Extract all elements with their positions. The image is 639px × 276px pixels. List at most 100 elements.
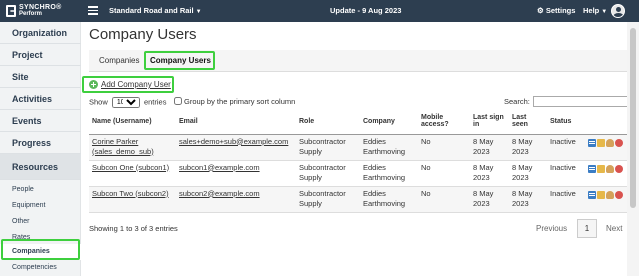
user-role-icon[interactable] [606,190,614,199]
row-actions [585,134,631,161]
users-table: Name (Username) Email Role Company Mobil… [89,109,631,213]
sidebar-item-progress[interactable]: Progress [0,132,81,154]
chevron-down-icon: ▼ [601,9,608,15]
sidebar-item-events[interactable]: Events [0,110,81,132]
row-actions [585,186,631,213]
user-company: Eddies Earthmoving [360,134,418,161]
sidebar-subitem-companies[interactable]: Companies [0,244,81,260]
user-last-seen: 8 May 2023 [509,160,547,187]
user-role: Subcontractor Supply [296,134,360,161]
user-name-link[interactable]: Corine Parker (sales_demo_sub) [92,137,154,156]
user-mobile: No [418,134,470,161]
user-role: Subcontractor Supply [296,160,360,187]
view-card-icon[interactable] [588,164,596,173]
col-header-last-seen[interactable]: Last seen [509,109,547,135]
sidebar-subitem-other[interactable]: Other [0,214,81,230]
synchro-logo[interactable]: SYNCHRO® Perform [6,3,76,19]
edit-icon[interactable] [597,164,605,173]
group-by-control[interactable]: Group by the primary sort column [174,97,295,106]
edit-icon[interactable] [597,138,605,147]
col-header-last-sign-in[interactable]: Last sign in [470,109,509,135]
table-row: Corine Parker (sales_demo_sub) sales+dem… [89,134,631,161]
row-actions [585,160,631,187]
add-company-user-link[interactable]: Add Company User [101,80,171,89]
user-last-seen: 8 May 2023 [509,134,547,161]
sidebar-item-organization[interactable]: Organization [0,22,81,44]
user-name-link[interactable]: Subcon One (subcon1) [92,163,169,172]
sidebar: Organization Project Site Activities Eve… [0,22,81,276]
user-status: Inactive [547,160,585,187]
user-name-link[interactable]: Subcon Two (subcon2) [92,189,169,198]
col-header-email[interactable]: Email [176,109,296,135]
table-info: Showing 1 to 3 of 3 entries [89,224,178,233]
user-mobile: No [418,186,470,213]
edit-icon[interactable] [597,190,605,199]
user-role-icon[interactable] [606,164,614,173]
user-role-icon[interactable] [606,138,614,147]
update-notice[interactable]: Update - 9 Aug 2023 [330,6,401,15]
user-avatar[interactable] [611,4,625,18]
page-size-select[interactable]: 100 [111,97,140,108]
entries-label: entries [143,97,167,107]
sidebar-item-activities[interactable]: Activities [0,88,81,110]
sidebar-item-resources[interactable]: Resources [0,154,81,180]
settings-button[interactable]: ⚙ Settings [537,6,575,15]
group-by-checkbox[interactable] [174,97,182,105]
col-header-status[interactable]: Status [547,109,585,135]
user-status: Inactive [547,134,585,161]
sidebar-subitem-competencies[interactable]: Competencies [0,260,81,276]
pagination-next[interactable]: Next [606,224,622,233]
table-row: Subcon Two (subcon2) subcon2@example.com… [89,186,631,213]
group-by-label: Group by the primary sort column [184,97,296,106]
user-last-sign-in: 8 May 2023 [470,186,509,213]
chevron-down-icon: ▼ [195,9,202,15]
sidebar-subitem-people[interactable]: People [0,182,81,198]
delete-icon[interactable] [615,190,623,199]
pagination-previous[interactable]: Previous [536,224,567,233]
col-header-name[interactable]: Name (Username) [89,109,176,135]
vertical-scrollbar[interactable] [627,22,639,276]
add-circle-icon[interactable] [89,80,98,89]
col-header-company[interactable]: Company [360,109,418,135]
delete-icon[interactable] [615,164,623,173]
help-menu[interactable]: Help ▼ [583,6,607,15]
sidebar-item-project[interactable]: Project [0,44,81,66]
user-status: Inactive [547,186,585,213]
user-last-seen: 8 May 2023 [509,186,547,213]
user-email-link[interactable]: subcon2@example.com [179,189,260,198]
page-size-control: Show 100 entries [89,97,166,108]
help-label: Help [583,6,600,15]
user-company: Eddies Earthmoving [360,186,418,213]
sidebar-item-site[interactable]: Site [0,66,81,88]
view-card-icon[interactable] [588,190,596,199]
user-role: Subcontractor Supply [296,186,360,213]
settings-label: Settings [545,6,576,15]
scrollbar-thumb[interactable] [630,28,636,208]
view-card-icon[interactable] [588,138,596,147]
sidebar-subitem-equipment[interactable]: Equipment [0,198,81,214]
user-email-link[interactable]: sales+demo+sub@example.com [179,137,288,146]
tab-companies[interactable]: Companies [99,56,139,65]
tenant-selector[interactable]: Standard Road and Rail ▼ [109,6,202,15]
search-label: Search: [504,97,530,106]
synchro-logo-icon [6,5,16,17]
gear-icon: ⚙ [537,6,544,15]
table-header-row: Name (Username) Email Role Company Mobil… [89,109,631,135]
logo-line2: Perform [19,11,43,17]
top-navbar: SYNCHRO® Perform Standard Road and Rail ▼… [0,0,639,22]
show-label: Show [89,97,108,107]
user-company: Eddies Earthmoving [360,160,418,187]
tab-company-users[interactable]: Company Users [150,56,211,65]
delete-icon[interactable] [615,138,623,147]
table-row: Subcon One (subcon1) subcon1@example.com… [89,160,631,187]
search-input[interactable] [533,96,631,107]
col-header-actions [585,109,631,135]
hamburger-menu-icon[interactable] [88,6,98,15]
user-email-link[interactable]: subcon1@example.com [179,163,260,172]
user-last-sign-in: 8 May 2023 [470,160,509,187]
user-mobile: No [418,160,470,187]
pagination-page-1[interactable]: 1 [577,219,597,238]
user-last-sign-in: 8 May 2023 [470,134,509,161]
col-header-role[interactable]: Role [296,109,360,135]
col-header-mobile[interactable]: Mobile access? [418,109,470,135]
